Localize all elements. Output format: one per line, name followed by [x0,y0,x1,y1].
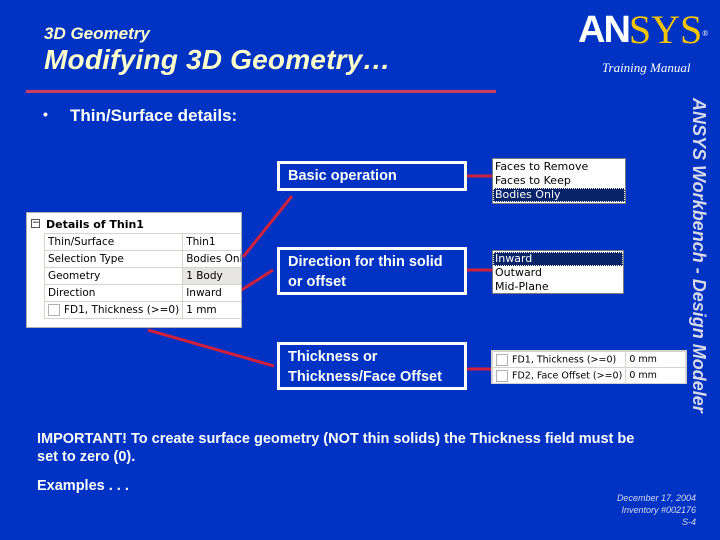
thickness-row[interactable]: FD2, Face Offset (>=0) 0 mm [491,367,686,384]
logo-trademark: ® [702,29,709,38]
details-label: Thin/Surface [43,233,184,251]
selection-type-list[interactable]: Faces to Remove Faces to Keep Bodies Onl… [492,158,626,204]
callout-thickness: Thickness or Thickness/Face Offset [277,342,467,390]
thickness-label-cell: FD2, Face Offset (>=0) [491,367,627,384]
parameter-checkbox[interactable] [496,369,508,382]
thickness-label: FD2, Face Offset (>=0) [512,370,623,381]
ansys-logo: AN SYS ® [578,7,708,52]
thickness-label-cell: FD1, Thickness (>=0) [491,351,627,368]
examples-text: Examples . . . [37,478,129,494]
important-note: IMPORTANT! To create surface geometry (N… [37,431,635,465]
header-separator [26,90,496,93]
list-option-faces-to-remove[interactable]: Faces to Remove [493,160,625,174]
details-panel: − Details of Thin1 Thin/Surface Thin1 Se… [26,212,242,328]
details-label: Direction [43,284,184,302]
details-heading: Details of Thin1 [46,218,144,231]
footer-inventory: Inventory #002176 [621,505,696,515]
details-row[interactable]: FD1, Thickness (>=0) 1 mm [43,301,241,319]
details-value[interactable]: Inward [182,284,241,302]
training-manual-label: Training Manual [602,60,691,75]
list-option-mid-plane[interactable]: Mid-Plane [493,280,623,294]
logo-part-an: AN [578,9,631,51]
details-value[interactable]: Thin1 [182,233,241,251]
callout-basic-operation: Basic operation [277,161,467,191]
list-option-inward[interactable]: Inward [493,252,623,266]
thickness-table: FD1, Thickness (>=0) 0 mm FD2, Face Offs… [491,350,687,384]
callout-direction: Direction for thin solid or offset [277,247,467,295]
thickness-label: FD1, Thickness (>=0) [512,354,617,365]
details-label: Geometry [43,267,184,285]
details-row[interactable]: Geometry 1 Body [43,267,241,285]
footer-page: S-4 [681,517,696,527]
bullet-icon: • [43,106,48,122]
details-gutter [27,213,44,327]
details-row[interactable]: Selection Type Bodies Only [43,250,241,268]
direction-list[interactable]: Inward Outward Mid-Plane [492,250,624,294]
details-row[interactable]: Direction Inward [43,284,241,302]
page-title: Modifying 3D Geometry… [44,44,391,75]
side-label: ANSYS Workbench - Design Modeler [685,98,713,458]
collapse-icon[interactable]: − [31,219,40,228]
details-label-with-checkbox: FD1, Thickness (>=0) [43,301,184,319]
list-option-faces-to-keep[interactable]: Faces to Keep [493,174,625,188]
details-row[interactable]: Thin/Surface Thin1 [43,233,241,251]
side-label-text: ANSYS Workbench - Design Modeler [689,98,709,413]
bullet-heading: Thin/Surface details: [70,106,238,125]
details-label: FD1, Thickness (>=0) [64,304,180,316]
connector-line [147,328,275,368]
thickness-value[interactable]: 0 mm [625,367,686,384]
details-table: Thin/Surface Thin1 Selection Type Bodies… [43,233,241,319]
details-value[interactable]: 1 Body [182,267,241,285]
thickness-value[interactable]: 0 mm [625,351,686,368]
list-option-bodies-only[interactable]: Bodies Only [493,188,625,202]
parameter-checkbox[interactable] [48,304,60,316]
thickness-row[interactable]: FD1, Thickness (>=0) 0 mm [491,351,686,368]
logo-part-sys: SYS [628,7,703,52]
details-label: Selection Type [43,250,184,268]
footer: December 17, 2004 Inventory #002176 S-4 [600,492,696,528]
footer-date: December 17, 2004 [616,493,696,503]
section-subtitle: 3D Geometry [44,24,150,43]
details-value[interactable]: 1 mm [182,301,241,319]
list-option-outward[interactable]: Outward [493,266,623,280]
details-value[interactable]: Bodies Only [182,250,241,268]
parameter-checkbox[interactable] [496,353,508,366]
